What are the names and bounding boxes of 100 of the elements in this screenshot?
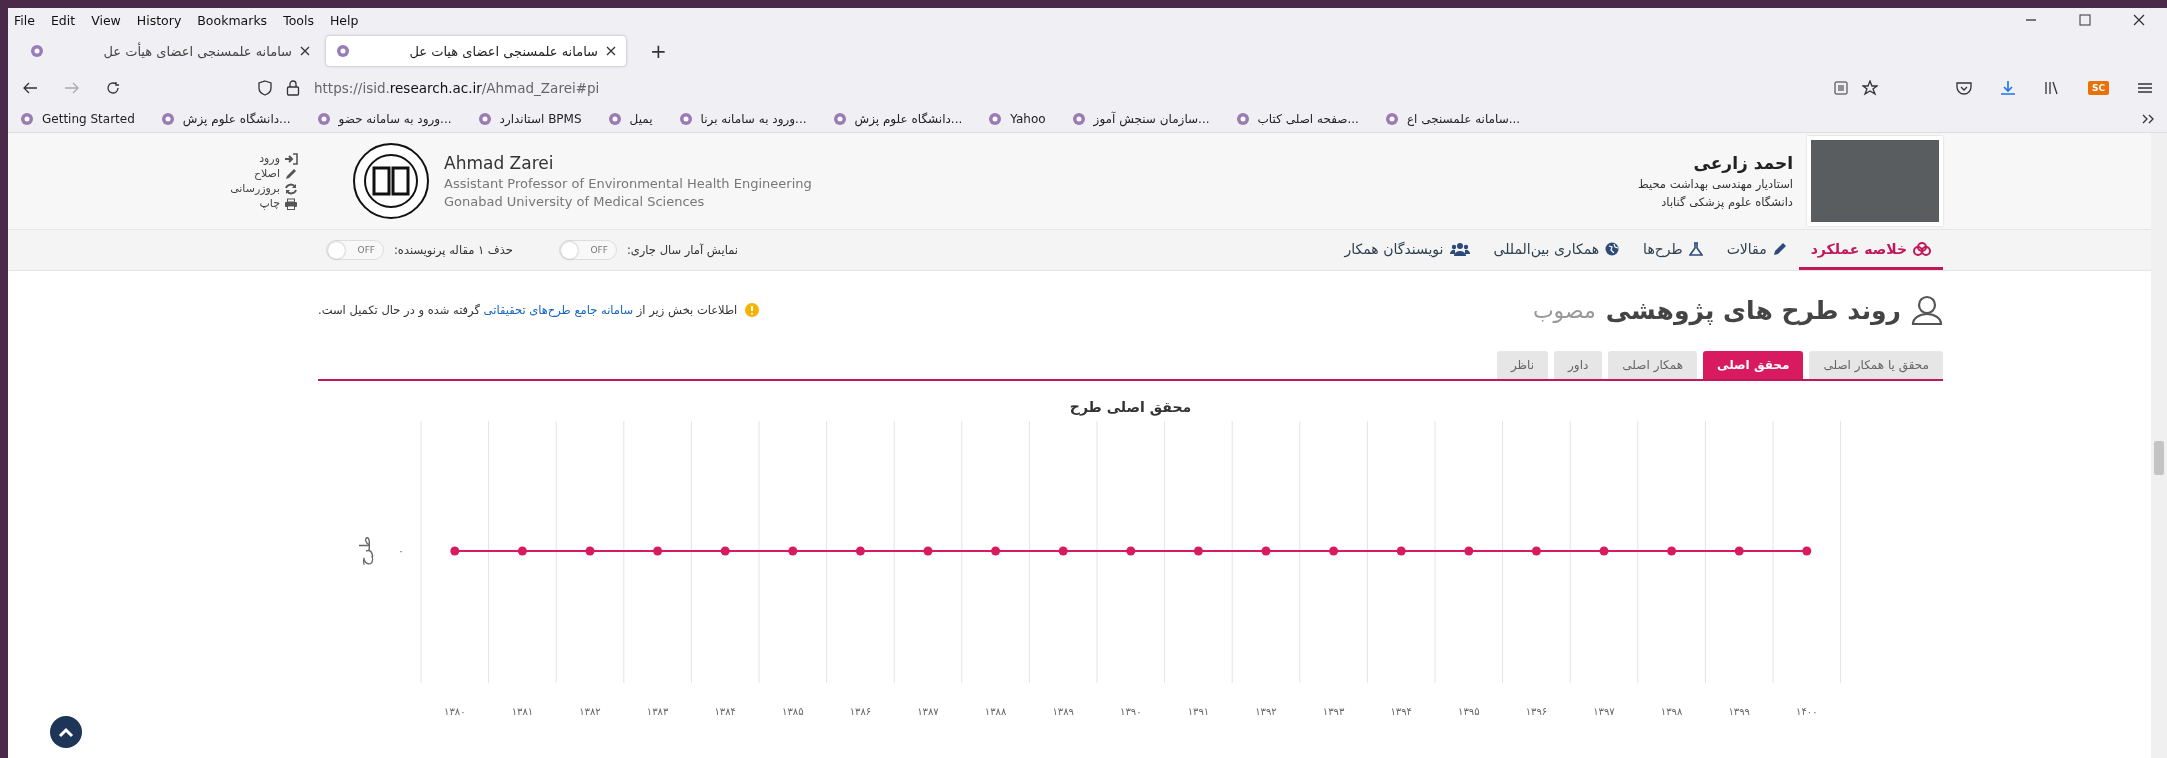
pocket-icon[interactable] [1955, 81, 1972, 95]
profile-title: استادیار مهندسی بهداشت محیط [1638, 177, 1793, 191]
menu-item[interactable]: Bookmarks [197, 12, 268, 28]
role-tab[interactable]: همکار اصلی [1608, 351, 1697, 379]
bookmark-item[interactable]: Yahoo [1010, 112, 1046, 126]
nav-tab[interactable]: همکاری بین‌المللی [1481, 230, 1632, 270]
close-icon[interactable] [2133, 14, 2145, 26]
nav-tab[interactable]: خلاصه عملکرد [1798, 230, 1943, 270]
bookmark-item[interactable]: ورود به سامانه برنا... [700, 112, 807, 126]
data-point [1599, 546, 1609, 556]
x-tick-label: ۱۳۸۰ [444, 706, 466, 717]
library-icon[interactable] [2043, 81, 2060, 95]
bookmark-item[interactable]: دانشگاه علوم پزش... [182, 112, 291, 126]
bookmark-item[interactable]: سامانه علمسنجی اع... [1406, 112, 1521, 126]
url-text: https://isid.research.ac.ir/Ahmad_Zarei#pi [314, 80, 600, 96]
section-title: روند طرح های پژوهشی [1605, 295, 1901, 325]
pencil-icon [1772, 241, 1787, 256]
favicon-icon [30, 44, 44, 58]
refresh-icon [284, 182, 298, 195]
x-tick-label: ۱۳۹۷ [1593, 706, 1615, 717]
x-tick-label: ۱۳۸۸ [984, 706, 1007, 717]
new-tab-button[interactable]: + [644, 38, 673, 64]
data-point [1667, 546, 1677, 556]
x-tick-label: ۱۳۹۴ [1390, 706, 1412, 717]
data-point [991, 546, 1001, 556]
university-seal-icon [352, 142, 430, 220]
nav-tab[interactable]: طرح‌ها [1631, 230, 1715, 270]
y-tick-label: ۰ [398, 545, 404, 558]
section-subtitle: مصوب [1532, 297, 1596, 323]
toggle-switch[interactable]: OFF [326, 240, 384, 260]
x-tick-label: ۱۳۹۳ [1322, 706, 1345, 717]
favicon-icon [678, 112, 693, 126]
back-icon[interactable] [22, 81, 38, 95]
scrollbar[interactable] [2151, 133, 2167, 758]
bookmark-item[interactable]: استاندارد BPMS [499, 112, 582, 126]
bookmark-item[interactable]: یمیل [629, 112, 653, 126]
shield-icon [258, 80, 272, 96]
x-tick-label: ۱۴۰۰ [1796, 706, 1818, 717]
profile-name: Ahmad Zarei [444, 153, 555, 173]
browser-tab[interactable]: سامانه علمسنجی اعضای هیأت عل [20, 36, 320, 66]
toggle-switch[interactable]: OFF [558, 240, 617, 260]
bookmark-item[interactable]: سازمان سنجش آموز... [1093, 112, 1210, 126]
scroll-to-top-button[interactable] [50, 716, 82, 748]
browser-tab[interactable]: سامانه علمسنجی اعضای هیات عل [326, 36, 626, 66]
lock-icon [286, 80, 300, 96]
favicon-icon [160, 112, 175, 126]
profile-action-link[interactable]: اصلاح [253, 167, 298, 180]
favicon-icon [477, 112, 492, 126]
role-tab[interactable]: محقق اصلی [1703, 351, 1804, 379]
close-icon [606, 46, 616, 56]
bookmark-item[interactable]: دانشگاه علوم پزش... [854, 112, 963, 126]
flask-icon [1688, 241, 1703, 256]
x-tick-label: ۱۳۹۵ [1458, 706, 1480, 717]
nav-tab[interactable]: نویسندگان همکار [1332, 230, 1482, 270]
role-tab[interactable]: ناظر [1496, 351, 1549, 379]
menu-icon[interactable] [2137, 81, 2153, 95]
profile-action-link[interactable]: چاپ [259, 197, 298, 210]
reader-view-icon[interactable] [1833, 81, 1848, 95]
data-point [1464, 546, 1474, 556]
star-icon[interactable] [1861, 80, 1878, 96]
menu-item[interactable]: File [14, 12, 35, 28]
download-icon[interactable] [1999, 80, 2016, 96]
data-point [720, 546, 730, 556]
menu-item[interactable]: Help [329, 12, 359, 28]
profile-action-link[interactable]: بروزرسانی [230, 182, 298, 195]
favicon-icon [316, 112, 331, 126]
system-link[interactable]: سامانه جامع طرح‌های تحقیقاتی [483, 303, 634, 317]
data-point [788, 546, 798, 556]
x-tick-label: ۱۳۹۰ [1120, 706, 1142, 717]
favicon-icon [607, 112, 622, 126]
reload-icon[interactable] [106, 81, 120, 95]
menu-item[interactable]: Edit [50, 12, 76, 28]
printer-icon [284, 197, 298, 210]
scrollbar-thumb[interactable] [2154, 441, 2164, 475]
menu-item[interactable]: Tools [283, 12, 314, 28]
warning-icon [745, 303, 760, 317]
x-tick-label: ۱۳۹۶ [1525, 706, 1548, 717]
profile-university: Gonabad University of Medical Sciences [444, 194, 706, 209]
x-tick-label: ۱۳۸۴ [714, 706, 736, 717]
x-tick-label: ۱۳۸۷ [917, 706, 939, 717]
role-tab[interactable]: محقق یا همکار اصلی [1809, 351, 1943, 379]
x-tick-label: ۱۳۹۱ [1187, 706, 1210, 717]
maximize-icon[interactable] [2079, 14, 2091, 26]
profile-name: احمد زارعی [1692, 153, 1793, 173]
bookmark-item[interactable]: Getting Started [42, 112, 135, 126]
chevron-up-icon [58, 726, 74, 738]
chevrons-icon[interactable] [2141, 113, 2155, 125]
sign-in-icon [284, 152, 298, 165]
data-point [1261, 546, 1271, 556]
profile-action-link[interactable]: ورود [259, 152, 298, 165]
profile-university: دانشگاه علوم پزشکی گناباد [1660, 195, 1793, 209]
menu-item[interactable]: History [136, 12, 182, 28]
nav-tab[interactable]: مقالات [1714, 230, 1799, 270]
bookmark-item[interactable]: صفحه اصلی کتاب... [1257, 112, 1359, 126]
bookmark-item[interactable]: ورود به سامانه حضو... [338, 112, 452, 126]
globe-icon [1605, 241, 1620, 256]
data-point [1329, 546, 1339, 556]
role-tab[interactable]: داور [1554, 351, 1603, 379]
x-tick-label: ۱۳۸۳ [646, 706, 669, 717]
menu-item[interactable]: View [91, 12, 121, 28]
